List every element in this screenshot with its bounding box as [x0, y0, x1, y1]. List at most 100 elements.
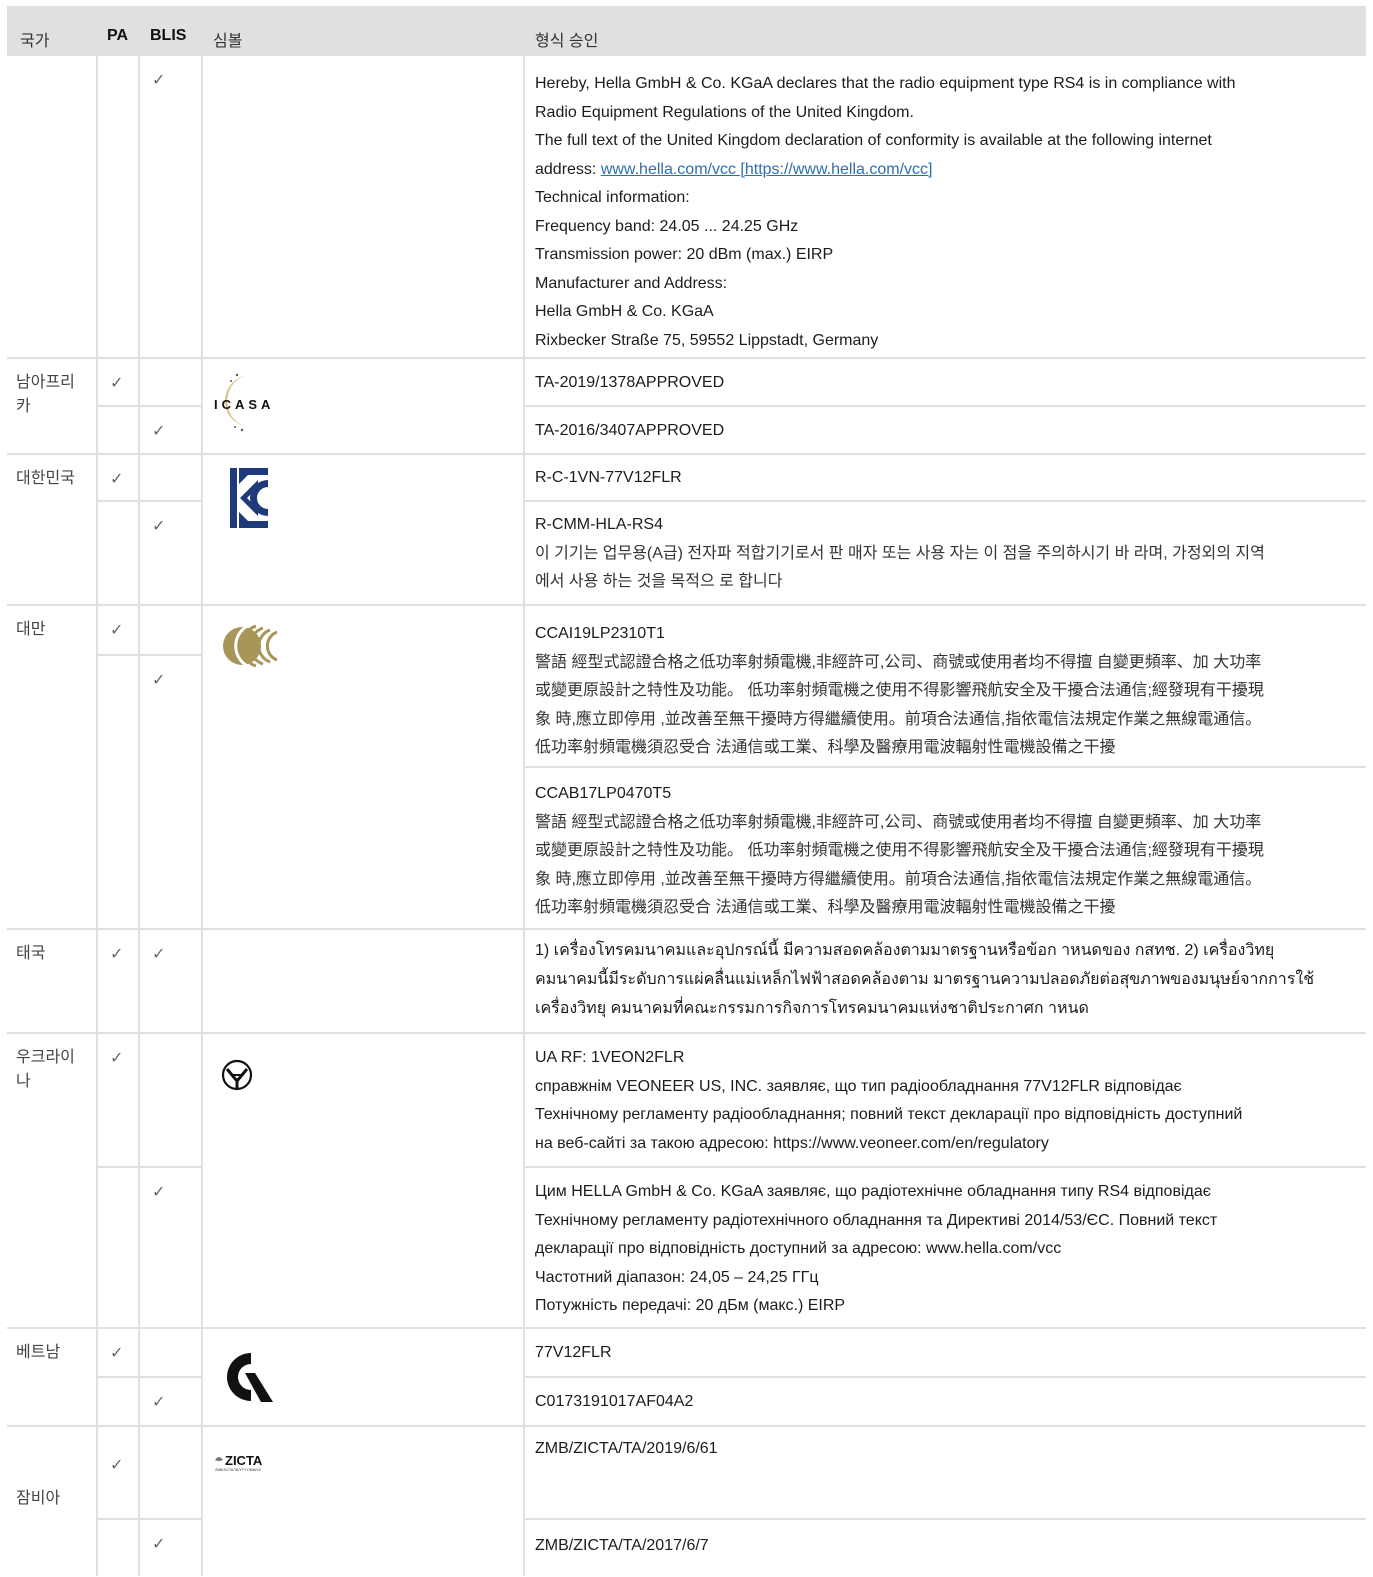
th-approval: 1) เครื่องโทรคมนาคมและอุปกรณ์นี้ มีความส…	[525, 930, 1366, 1032]
sa-blis-empty	[140, 359, 201, 405]
sa-blis-check: ✓	[140, 407, 201, 453]
tw-symbol-cell	[203, 606, 523, 928]
text-line: декларації про відповідність доступний з…	[535, 1240, 1062, 1257]
text-line: Hereby, Hella GmbH & Co. KGaA declares t…	[535, 75, 1236, 92]
text-line: The full text of the United Kingdom decl…	[535, 132, 1212, 149]
text-line: Технічному регламенту радіотехнічного об…	[535, 1211, 1218, 1229]
ua-pa-empty	[98, 1168, 138, 1327]
vn-pa-empty	[98, 1378, 138, 1425]
country-south-africa: 남아프리카	[7, 359, 96, 453]
approval-table: 국가 PA BLIS 심볼 형식 승인 ✓ Hereby, Hella GmbH…	[0, 0, 1373, 1577]
text-line: Цим HELLA GmbH & Co. KGaA заявляє, що ра…	[535, 1183, 1211, 1200]
svg-text:ZMB/ZICTA/TA/YYYY/MM/XX: ZMB/ZICTA/TA/YYYY/MM/XX	[215, 1468, 262, 1472]
notice-line: 象 時,應立即停用 ,並改善至無干擾時方得繼續使用。前項合法通信,指依電信法規定…	[535, 870, 1262, 888]
ncc-logo-icon	[223, 622, 278, 670]
notice-line: 警語 經型式認證合格之低功率射頻電機,非經許可,公司、商號或使用者均不得擅 自變…	[535, 813, 1262, 831]
ua-pa-check: ✓	[98, 1034, 138, 1166]
tw-blis-empty	[140, 606, 201, 654]
uk-symbol-cell	[203, 56, 523, 357]
uk-country-cell	[7, 56, 96, 357]
kr-symbol-cell	[203, 455, 523, 604]
th-symbol-cell	[203, 930, 523, 1032]
uk-pa-cell	[98, 56, 138, 357]
text-line: 1) เครื่องโทรคมนาคมและอุปกรณ์นี้ มีความส…	[535, 942, 1275, 959]
text-line: เครื่องวิทยุ คมนาคมที่คณะกรรมการกิจการโท…	[535, 1000, 1089, 1017]
notice-line: 象 時,應立即停用 ,並改善至無干擾時方得繼續使用。前項合法通信,指依電信法規定…	[535, 710, 1262, 728]
tw-blis-approval: CCAB17LP0470T5 警語 經型式認證合格之低功率射頻電機,非經許可,公…	[525, 768, 1366, 928]
notice-line: 或變更原設計之特性及功能。 低功率射頻電機之使用不得影響飛航安全及干擾合法通信;…	[535, 682, 1264, 699]
zm-symbol-cell: ZICTA ZMB/ZICTA/TA/YYYY/MM/XX	[203, 1427, 523, 1577]
sa-symbol-cell: ICASA	[203, 359, 523, 453]
text-line: Transmission power: 20 dBm (max.) EIRP	[535, 246, 834, 263]
address-label: address:	[535, 160, 601, 178]
text-line: Технічному регламенту радіообладнання; п…	[535, 1106, 1243, 1123]
text-line: Technical information:	[535, 189, 690, 206]
country-vietnam: 베트남	[7, 1329, 96, 1425]
uk-blis-check: ✓	[140, 56, 201, 357]
country-thailand: 태국	[7, 930, 96, 1032]
vn-blis-check: ✓	[140, 1378, 201, 1425]
vn-pa-approval: 77V12FLR	[525, 1329, 1366, 1376]
header-approval: 형식 승인	[535, 33, 599, 50]
svg-text:ICASA: ICASA	[214, 397, 274, 412]
zm-pa-approval: ZMB/ZICTA/TA/2019/6/61	[525, 1427, 1366, 1518]
icasa-logo-icon: ICASA	[214, 373, 274, 432]
country-korea: 대한민국	[7, 455, 96, 604]
ua-blis-empty	[140, 1034, 201, 1166]
vn-blis-empty	[140, 1329, 201, 1376]
notice-line: 或變更原設計之特性及功能。 低功率射頻電機之使用不得影響飛航安全及干擾合法通信;…	[535, 842, 1264, 859]
text-line: Частотний діапазон: 24,05 – 24,25 ГГц	[535, 1268, 819, 1286]
hella-vcc-link[interactable]: www.hella.com/vcc [https://www.hella.com…	[601, 161, 933, 178]
sa-pa-approval: TA-2019/1378APPROVED	[525, 359, 1366, 405]
text-line: Hella GmbH & Co. KGaA	[535, 303, 714, 320]
country-taiwan: 대만	[7, 606, 96, 928]
text-line: Radio Equipment Regulations of the Unite…	[535, 103, 914, 121]
text-line: คมนาคมนี้มีระดับการแผ่คลื่นแม่เหล็กไฟฟ้า…	[535, 971, 1315, 988]
text-line: на веб-сайті за такою адресою: https://w…	[535, 1134, 1049, 1152]
text-line: Frequency band: 24.05 ... 24.25 GHz	[535, 217, 799, 235]
kr-blis-check: ✓	[140, 502, 201, 604]
header-pa: PA	[107, 27, 129, 44]
zm-blis-empty	[140, 1427, 201, 1518]
kr-blis-approval: R-CMM-HLA-RS4 이 기기는 업무용(A급) 전자파 적합기기로서 판…	[525, 502, 1366, 604]
zm-blis-approval: ZMB/ZICTA/TA/2017/6/7	[525, 1520, 1366, 1577]
text-line: Rixbecker Straße 75, 59552 Lippstadt, Ge…	[535, 331, 879, 349]
text-line: Manufacturer and Address:	[535, 274, 728, 292]
th-blis-check: ✓	[140, 930, 201, 1032]
ua-pa-approval: UA RF: 1VEON2FLR справжнім VEONEER US, I…	[525, 1034, 1366, 1166]
svg-text:ZICTA: ZICTA	[225, 1453, 263, 1468]
vn-blis-approval: C0173191017AF04A2	[525, 1378, 1366, 1425]
ua-blis-check: ✓	[140, 1168, 201, 1327]
text-line: Потужність передачі: 20 дБм (макс.) EIRP	[535, 1297, 846, 1314]
tw-pa-empty	[98, 656, 138, 928]
approval-number: R-CMM-HLA-RS4	[535, 516, 663, 533]
sa-pa-check: ✓	[98, 359, 138, 405]
ua-blis-approval: Цим HELLA GmbH & Co. KGaA заявляє, що ра…	[525, 1168, 1366, 1327]
kr-pa-approval: R-C-1VN-77V12FLR	[525, 455, 1366, 500]
zm-pa-empty	[98, 1520, 138, 1577]
zm-pa-check: ✓	[98, 1427, 138, 1518]
kr-pa-check: ✓	[98, 455, 138, 500]
header-country: 국가	[20, 33, 50, 50]
approval-number: CCAB17LP0470T5	[535, 785, 672, 802]
ua-symbol-cell	[203, 1034, 523, 1327]
table-header: 국가 PA BLIS 심볼 형식 승인	[7, 6, 1366, 54]
ukraine-conformity-mark-icon	[221, 1059, 253, 1091]
header-symbol: 심볼	[213, 33, 243, 50]
zicta-logo-icon: ZICTA ZMB/ZICTA/TA/YYYY/MM/XX	[215, 1453, 263, 1472]
sa-pa-empty	[98, 407, 138, 453]
tw-pa-approval: CCAI19LP2310T1 警語 經型式認證合格之低功率射頻電機,非經許可,公…	[525, 606, 1366, 766]
kr-blis-empty	[140, 455, 201, 500]
country-zambia: 잠비아	[7, 1427, 96, 1577]
tw-pa-check: ✓	[98, 606, 138, 654]
vn-pa-check: ✓	[98, 1329, 138, 1376]
zm-blis-check: ✓	[140, 1520, 201, 1577]
notice-line: 低功率射頻電機須忍受合 法通信或工業、科學及醫療用電波輻射性電機設備之干擾	[535, 739, 1116, 756]
text-line: UA RF: 1VEON2FLR	[535, 1049, 685, 1066]
vn-symbol-cell	[203, 1329, 523, 1425]
tw-blis-check: ✓	[140, 656, 201, 928]
kr-pa-empty	[98, 502, 138, 604]
notice-line: 에서 사용 하는 것을 목적으 로 합니다	[535, 573, 783, 590]
sa-blis-approval: TA-2016/3407APPROVED	[525, 407, 1366, 453]
notice-line: 低功率射頻電機須忍受合 法通信或工業、科學及醫療用電波輻射性電機設備之干擾	[535, 899, 1116, 916]
